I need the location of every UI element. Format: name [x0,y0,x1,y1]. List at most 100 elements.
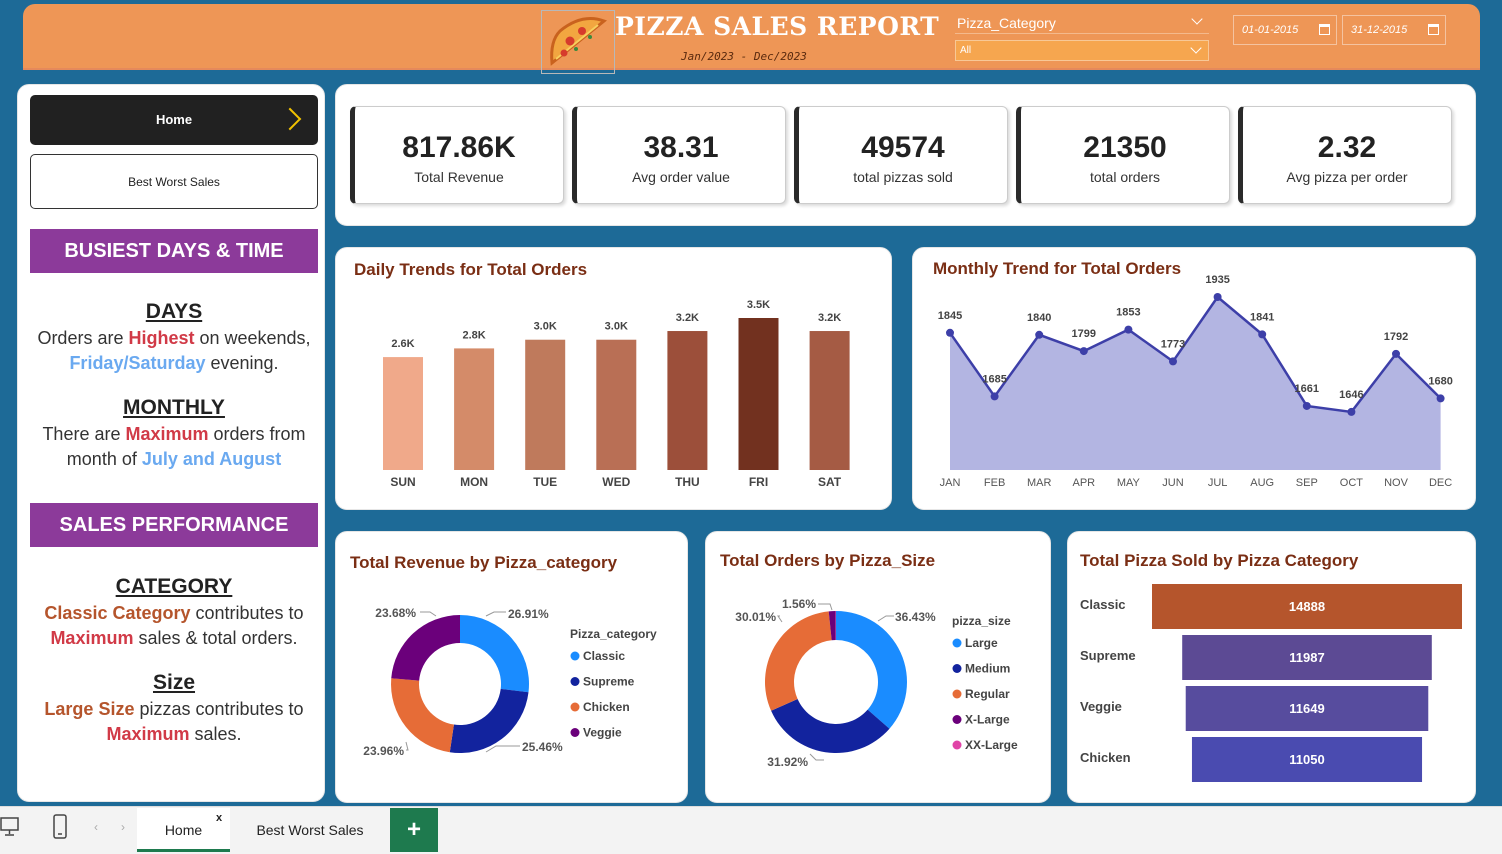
revenue-category-card[interactable]: Total Revenue by Pizza_category 26.91% 25… [335,531,688,803]
slice-classic [460,615,529,693]
date-from-input[interactable]: 01-01-2015 [1233,15,1337,45]
calendar-icon[interactable] [1319,24,1330,35]
kpi-value: 38.31 [643,131,719,164]
chevron-right-icon[interactable]: › [121,820,125,834]
slice-veggie [391,615,460,681]
best-worst-sales-button[interactable]: Best Worst Sales [30,154,318,209]
chevron-right-icon [278,107,302,131]
data-label: 2.6K [391,338,414,350]
data-label: 3.2K [676,312,699,324]
data-label: 3.0K [605,321,628,333]
calendar-icon[interactable] [1428,24,1439,35]
chevron-down-icon [1191,13,1203,25]
x-tick-label: SEP [1296,477,1318,489]
x-tick-label: JUL [1208,477,1228,489]
data-label: 30.01% [735,610,776,624]
data-label: 3.0K [534,321,557,333]
highlight-text: July and August [141,449,282,469]
bar-thu [667,331,708,470]
phone-icon[interactable] [52,814,68,845]
monthly-trend-card[interactable]: Monthly Trend for Total Orders 1845 JAN 16… [912,247,1476,510]
category-slicer-dropdown[interactable]: All [955,40,1209,61]
legend-item: Large [965,636,998,650]
chevron-left-icon[interactable]: ‹ [94,820,98,834]
logo-frame [541,10,615,74]
x-tick-label: THU [675,475,700,489]
legend-marker [570,728,580,737]
data-label: 1841 [1250,311,1274,323]
data-label: 11050 [1289,752,1324,767]
size-text: Large Size pizzas contributes to Maximum… [30,697,318,747]
size-donut-chart: 36.43% 31.92% 30.01% 1.56% pizza_size Large Me… [735,597,1018,769]
data-label: 1661 [1295,383,1319,395]
text-fragment: There are [42,424,126,444]
category-funnel-chart: 14888 Classic 11987 Supreme 11649 Veggie 11050… [1080,584,1462,782]
slicer-value: All [960,45,972,56]
bar-tue [525,339,566,470]
x-tick-label: DEC [1429,477,1452,489]
data-label: 23.96% [363,744,404,758]
legend-marker [952,638,962,648]
data-point-jun [1169,357,1177,366]
data-point-feb [990,392,999,401]
category-text: Classic Category contributes to Maximum … [30,601,318,651]
report-subtitle: Jan/2023 - Dec/2023 [681,50,807,63]
text-fragment: on weekends, [194,328,311,348]
data-point-dec [1436,394,1445,403]
x-tick-label: SAT [818,475,842,489]
legend-marker [952,715,962,724]
report-title: PIZZA SALES REPORT [615,12,940,41]
best-worst-button-label: Best Worst Sales [128,175,220,189]
legend-item: Veggie [583,726,622,740]
legend-item: Chicken [583,700,630,714]
text-fragment: contributes to [190,603,304,623]
x-tick-label: FEB [984,477,1005,489]
highlight-text: Maximum [50,628,134,648]
data-label: 11987 [1289,650,1324,665]
category-slicer-label[interactable]: Pizza_Category [955,12,1209,34]
add-page-button[interactable]: + [390,808,438,852]
kpi-value: 817.86K [402,131,516,164]
chevron-down-icon [1190,42,1202,54]
home-button[interactable]: Home [30,95,318,145]
bar-fri [738,318,779,470]
kpi-card-total-pizzas-sold[interactable]: 49574 total pizzas sold [794,106,1008,204]
data-label: 1646 [1339,389,1363,401]
slicer-title: Pizza_Category [957,15,1056,31]
legend-marker [570,651,580,661]
data-label: 31.92% [767,755,808,769]
orders-size-card[interactable]: Total Orders by Pizza_Size 36.43% 31.92% 3… [705,531,1051,803]
slice-supreme [449,688,529,753]
legend-item: Supreme [583,675,635,689]
data-point-aug [1258,330,1267,339]
text-fragment: sales. [189,724,242,744]
date-to-input[interactable]: 31-12-2015 [1342,15,1446,45]
daily-bar-chart: 2.6K SUN 2.8K MON 3.0K TUE 3.0K WED 3.2K THU 3.5K F… [383,299,850,489]
data-label: 2.8K [462,329,485,341]
tab-best-worst-sales[interactable]: Best Worst Sales [232,808,388,852]
daily-trend-card[interactable]: Daily Trends for Total Orders 2.6K SUN 2.8… [335,247,892,510]
busiest-banner: BUSIEST DAYS & TIME [30,229,318,273]
kpi-card-total-revenue[interactable]: 817.86K Total Revenue [350,106,564,204]
legend-item: Regular [965,687,1010,701]
highlight-text: Large Size [44,699,135,719]
kpi-card-total-orders[interactable]: 21350 total orders [1016,106,1230,204]
data-label: 1680 [1428,375,1452,387]
date-to-value: 31-12-2015 [1351,24,1408,36]
desktop-icon[interactable] [0,816,20,843]
data-label: 1773 [1161,338,1185,350]
leader-line [809,753,824,761]
highlight-text: Friday/Saturday [69,353,206,373]
x-tick-label: FRI [749,475,768,489]
x-tick-label: NOV [1384,477,1409,489]
pizza-sold-category-card[interactable]: Total Pizza Sold by Pizza Category 14888… [1067,531,1476,803]
legend-marker [952,740,962,750]
kpi-card-avg-pizza-per-order[interactable]: 2.32 Avg pizza per order [1238,106,1452,204]
kpi-card-avg-order-value[interactable]: 38.31 Avg order value [572,106,786,204]
close-icon[interactable]: x [216,812,222,824]
pizza-slice-icon [550,17,608,66]
data-label: 36.43% [895,610,936,624]
kpi-value: 21350 [1083,131,1167,164]
x-tick-label: JUN [1162,477,1183,489]
x-tick-label: OCT [1340,477,1364,489]
